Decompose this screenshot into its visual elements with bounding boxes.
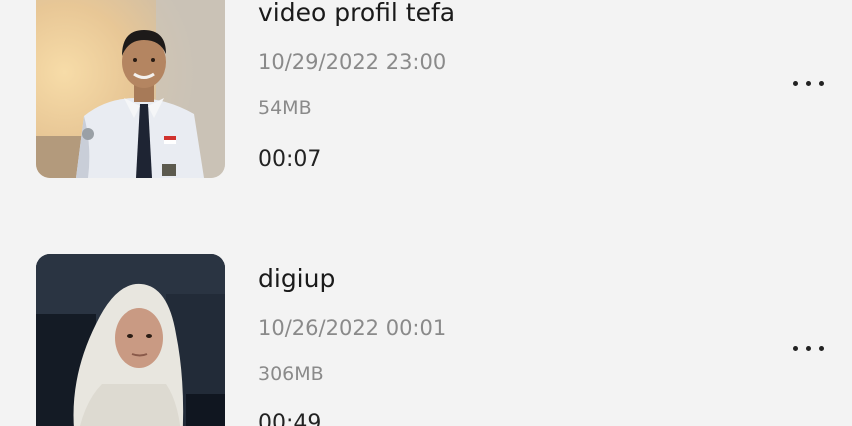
video-date: 10/29/2022 23:00 — [258, 50, 447, 74]
more-horizontal-icon — [805, 80, 811, 86]
more-horizontal-icon — [818, 345, 824, 351]
video-size: 306MB — [258, 363, 324, 385]
video-thumbnail[interactable] — [36, 254, 225, 426]
video-duration: 00:07 — [258, 147, 322, 172]
video-duration: 00:49 — [258, 411, 322, 426]
video-list: video profil tefa 10/29/2022 23:00 54MB … — [0, 0, 852, 426]
video-title[interactable]: video profil tefa — [258, 0, 455, 27]
hijab-portrait-image — [36, 254, 225, 426]
video-size: 54MB — [258, 97, 312, 119]
video-title[interactable]: digiup — [258, 264, 335, 293]
video-date: 10/26/2022 00:01 — [258, 316, 447, 340]
more-options-button[interactable] — [780, 336, 836, 360]
more-horizontal-icon — [792, 345, 798, 351]
more-horizontal-icon — [818, 80, 824, 86]
more-horizontal-icon — [805, 345, 811, 351]
more-options-button[interactable] — [780, 71, 836, 95]
student-portrait-image — [36, 0, 225, 178]
more-horizontal-icon — [792, 80, 798, 86]
video-thumbnail[interactable] — [36, 0, 225, 178]
